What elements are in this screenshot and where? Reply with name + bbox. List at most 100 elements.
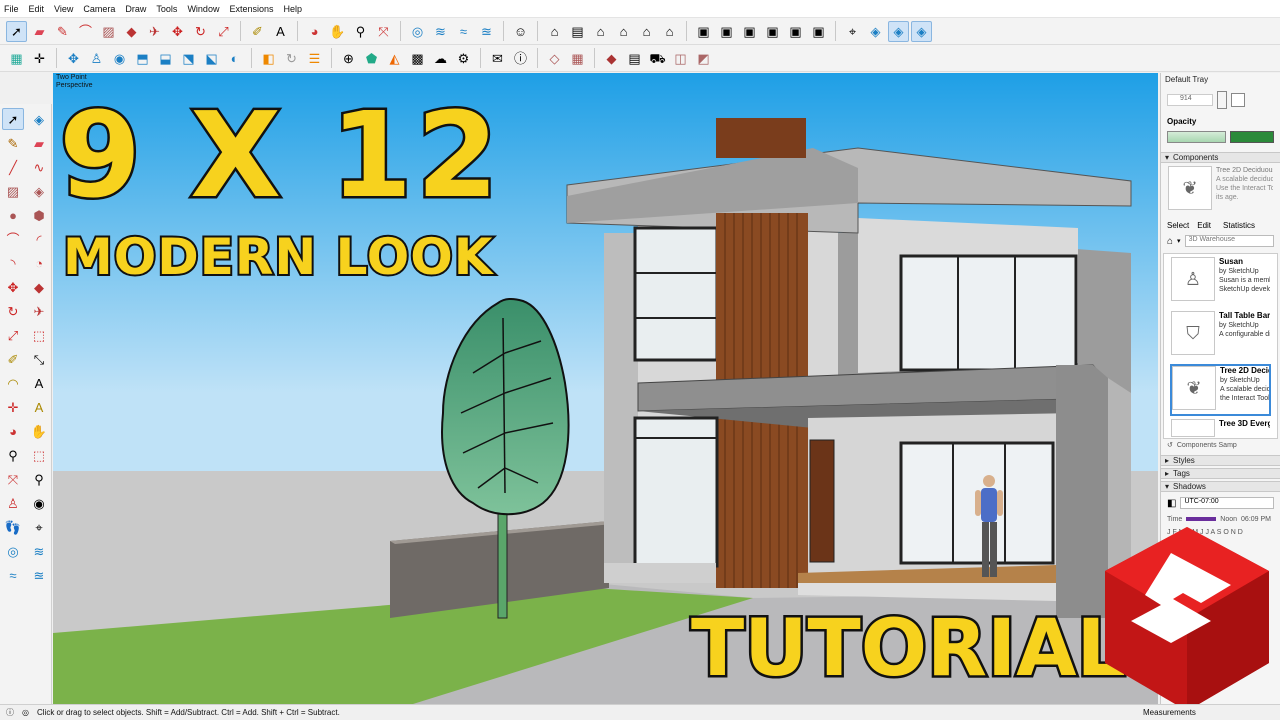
position-camera-icon[interactable]: ♙ [2, 492, 24, 514]
solid-subtract-icon[interactable]: ⬓ [155, 48, 176, 69]
info-icon[interactable]: ⓘ [510, 48, 531, 69]
scale-icon[interactable]: ⤢ [2, 324, 24, 346]
tab-edit[interactable]: Edit [1197, 221, 1211, 230]
extension-warehouse-icon[interactable]: ⬟ [361, 48, 382, 69]
menu-view[interactable]: View [54, 4, 73, 14]
menu-edit[interactable]: Edit [29, 4, 45, 14]
home-icon[interactable]: ⌂ [1167, 236, 1173, 247]
opacity-slider[interactable] [1161, 128, 1280, 146]
list-item-selected[interactable]: ❦ Tree 2D Deciduous by SketchUp A scalab… [1170, 364, 1271, 416]
solar-icon[interactable]: ↻ [281, 48, 302, 69]
move-icon[interactable]: ✥ [167, 21, 188, 42]
checker-icon[interactable]: ▩ [407, 48, 428, 69]
axes-icon[interactable]: ✛ [29, 48, 50, 69]
sandbox-smoove-icon[interactable]: ≋ [28, 540, 50, 562]
tags-panel-header[interactable]: ▸ Tags [1161, 468, 1280, 479]
gear-icon[interactable]: ⚙ [453, 48, 474, 69]
reset-checkbox[interactable] [1231, 93, 1245, 107]
select-icon[interactable]: ➚ [6, 20, 27, 42]
arc-icon[interactable]: ⌒ [75, 21, 96, 42]
sandbox-stamp-icon[interactable]: ≈ [2, 564, 24, 586]
walk-icon[interactable]: ♙ [86, 48, 107, 69]
zoom-icon[interactable]: ⚲ [350, 21, 371, 42]
pie-icon[interactable]: ◔ [28, 252, 50, 274]
time-slider[interactable] [1186, 517, 1217, 521]
menu-file[interactable]: File [4, 4, 19, 14]
orbit-icon[interactable]: ◕ [2, 420, 24, 442]
help-icon[interactable]: ⓘ [6, 707, 14, 718]
link-icon[interactable] [1217, 91, 1227, 109]
terrain-icon[interactable]: ◆ [601, 48, 622, 69]
shaded-icon[interactable]: ▣ [762, 21, 783, 42]
menu-camera[interactable]: Camera [83, 4, 115, 14]
eraser-icon[interactable]: ▰ [29, 21, 50, 42]
select-icon[interactable]: ➚ [2, 108, 24, 130]
polygon-icon[interactable]: ⬢ [28, 204, 50, 226]
rotate-icon[interactable]: ↻ [190, 21, 211, 42]
line-icon[interactable]: ✎ [52, 21, 73, 42]
sync-icon[interactable]: ↺ [1167, 441, 1173, 449]
rectangle-icon[interactable]: ▨ [2, 180, 24, 202]
sandbox-icon[interactable]: ◎ [2, 540, 24, 562]
line-icon[interactable]: ╱ [2, 156, 24, 178]
match-photo-icon[interactable]: ▦ [567, 48, 588, 69]
outer-shell-icon[interactable]: ⬕ [201, 48, 222, 69]
styles-panel-header[interactable]: ▸ Styles [1161, 455, 1280, 466]
rotated-rectangle-icon[interactable]: ◈ [28, 180, 50, 202]
section-display-icon[interactable]: ◈ [865, 21, 886, 42]
user-icon[interactable]: ☺ [510, 21, 531, 42]
tape-measure-icon[interactable]: ✐ [2, 348, 24, 370]
sandbox-icon[interactable]: ◎ [407, 21, 428, 42]
components-panel-header[interactable]: ▾ Components [1161, 152, 1280, 163]
arc-2pt-icon[interactable]: ◜ [28, 228, 50, 250]
shadow-toggle-icon[interactable]: ◧ [1167, 498, 1176, 509]
list-item[interactable]: Tree 3D Evergreen [1170, 418, 1271, 437]
rotate-icon[interactable]: ↻ [2, 300, 24, 322]
3d-viewport[interactable]: Two Point Perspective 9 X 12 MODERN LOOK… [53, 73, 1158, 704]
paint-icon[interactable]: ✎ [2, 132, 24, 154]
freehand-icon[interactable]: ∿ [28, 156, 50, 178]
menu-draw[interactable]: Draw [125, 4, 146, 14]
monochrome-icon[interactable]: ▣ [808, 21, 829, 42]
solid-intersect-icon[interactable]: ⬔ [178, 48, 199, 69]
map-icon[interactable]: ◫ [670, 48, 691, 69]
section-plane-icon[interactable]: ⌖ [842, 21, 863, 42]
solid-union-icon[interactable]: ⬒ [132, 48, 153, 69]
position-camera-icon[interactable]: ✥ [63, 48, 84, 69]
push-pull-icon[interactable]: ◆ [121, 21, 142, 42]
axes-icon[interactable]: ✛ [2, 396, 24, 418]
photo-texture-icon[interactable]: ◇ [544, 48, 565, 69]
model-info-icon[interactable]: ▤ [624, 48, 645, 69]
paint-icon[interactable]: ▦ [6, 48, 27, 69]
arc-icon[interactable]: ⌒ [2, 228, 24, 250]
texture-icon[interactable]: ◩ [693, 48, 714, 69]
eraser-icon[interactable]: ▰ [28, 132, 50, 154]
move-icon[interactable]: ✥ [2, 276, 24, 298]
text-icon[interactable]: A [28, 372, 50, 394]
look-around-icon[interactable]: ◉ [109, 48, 130, 69]
styles-icon[interactable]: ◧ [258, 48, 279, 69]
right-view-icon[interactable]: ⌂ [613, 21, 634, 42]
menu-window[interactable]: Window [187, 4, 219, 14]
x-ray-icon[interactable]: ▣ [693, 21, 714, 42]
send-to-layout-icon[interactable]: ◭ [384, 48, 405, 69]
dimension-icon[interactable]: ⤡ [28, 348, 50, 370]
timezone-select[interactable]: UTC-07:00 [1180, 497, 1274, 509]
front-view-icon[interactable]: ⌂ [590, 21, 611, 42]
mail-icon[interactable]: ✉ [487, 48, 508, 69]
walk-icon[interactable]: 👣 [2, 516, 24, 538]
circle-icon[interactable]: ● [2, 204, 24, 226]
sandbox-smoove-icon[interactable]: ≋ [430, 21, 451, 42]
tape-measure-icon[interactable]: ✐ [247, 21, 268, 42]
pan-icon[interactable]: ✋ [28, 420, 50, 442]
chevron-down-icon[interactable]: ▾ [1177, 237, 1181, 245]
left-view-icon[interactable]: ⌂ [659, 21, 680, 42]
rectangle-icon[interactable]: ▨ [98, 21, 119, 42]
orbit-icon[interactable]: ◕ [304, 21, 325, 42]
scale-icon[interactable]: ⤢ [213, 21, 234, 42]
shadows-panel-header[interactable]: ▾ Shadows [1161, 481, 1280, 492]
geo-icon[interactable]: ◎ [22, 708, 29, 717]
menu-extensions[interactable]: Extensions [229, 4, 273, 14]
zoom-window-icon[interactable]: ⬚ [28, 444, 50, 466]
sandbox-stamp-icon[interactable]: ≈ [453, 21, 474, 42]
